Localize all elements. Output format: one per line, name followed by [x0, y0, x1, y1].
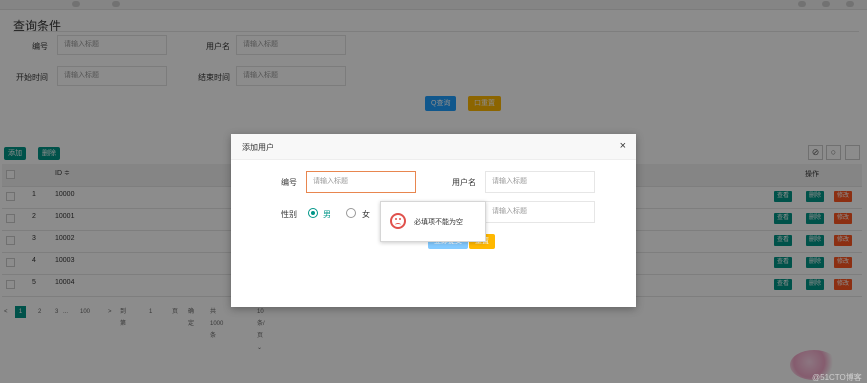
- id-input[interactable]: 请输入标题: [306, 171, 416, 193]
- male-radio[interactable]: [308, 208, 318, 218]
- close-icon[interactable]: ×: [620, 140, 626, 152]
- id-label: 编号: [281, 178, 297, 187]
- female-label[interactable]: 女: [362, 209, 370, 220]
- secondary-input[interactable]: 请输入标题: [485, 201, 595, 223]
- male-label[interactable]: 男: [323, 209, 331, 220]
- female-radio[interactable]: [346, 208, 356, 218]
- dialog-header: 添加用户 ×: [231, 134, 636, 160]
- validation-tooltip: 必填项不能为空: [380, 201, 486, 242]
- watermark: @51CTO博客: [812, 373, 862, 382]
- gender-label: 性别: [281, 210, 297, 219]
- dialog-title: 添加用户: [242, 143, 274, 152]
- sad-face-icon: [390, 213, 406, 229]
- username-input[interactable]: 请输入标题: [485, 171, 595, 193]
- username-label: 用户名: [452, 178, 476, 187]
- validation-message: 必填项不能为空: [414, 219, 463, 226]
